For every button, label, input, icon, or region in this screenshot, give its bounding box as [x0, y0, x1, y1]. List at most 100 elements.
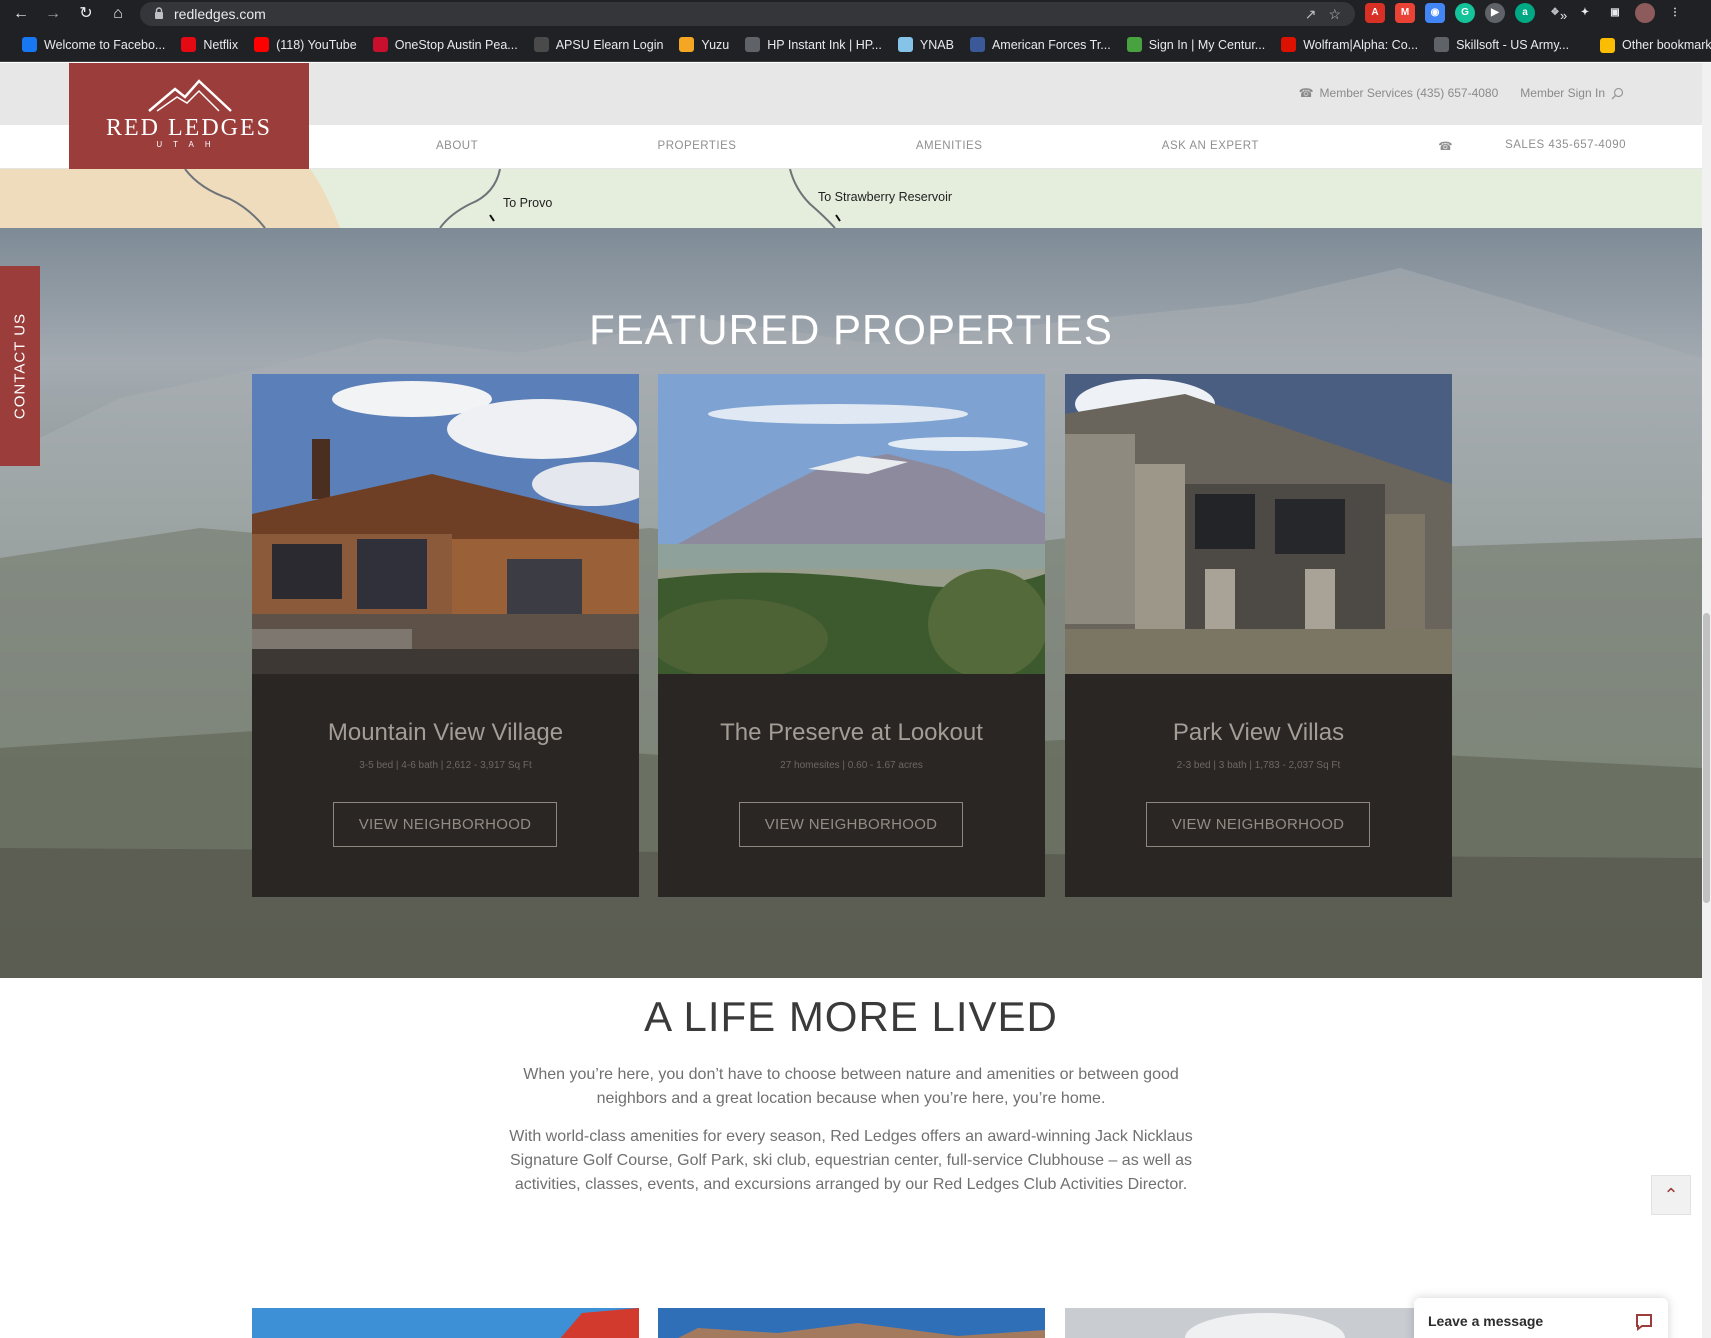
amenity-image-ski[interactable] [1065, 1308, 1452, 1338]
other-bookmarks-folder[interactable]: Other bookmarks [1592, 28, 1711, 62]
bookmark-item[interactable]: Yuzu [671, 28, 737, 62]
a-extension-icon[interactable]: a [1515, 3, 1535, 23]
mountain-logo-icon [148, 79, 232, 112]
property-details: 3-5 bed | 4-6 bath | 2,612 - 3,917 Sq Ft [359, 760, 532, 771]
property-card: The Preserve at Lookout 27 homesites | 0… [658, 374, 1045, 897]
view-neighborhood-button[interactable]: VIEW NEIGHBORHOOD [1146, 802, 1370, 847]
menu-kebab-icon[interactable]: ⋮ [1665, 3, 1685, 23]
bookmark-label: Sign In | My Centur... [1148, 37, 1266, 52]
extensions-puzzle-icon[interactable]: ✦ [1575, 3, 1595, 23]
bookmark-item[interactable]: Wolfram|Alpha: Co... [1273, 28, 1426, 62]
facebook-icon [22, 37, 37, 52]
bookmark-label: HP Instant Ink | HP... [767, 37, 882, 52]
address-bar[interactable]: redledges.com ↗ ☆ [140, 2, 1355, 26]
bookmark-item[interactable]: Welcome to Facebo... [14, 28, 173, 62]
bookmark-item[interactable]: YNAB [890, 28, 962, 62]
property-image-park-view-villas[interactable] [1065, 374, 1452, 674]
lock-icon [155, 7, 163, 19]
life-more-lived-title: A LIFE MORE LIVED [644, 993, 1058, 1040]
amenity-image-pool[interactable] [252, 1308, 639, 1338]
intro-paragraph-line: When you’re here, you don’t have to choo… [523, 1066, 1179, 1083]
search-icon[interactable] [1611, 87, 1624, 100]
nav-about[interactable]: ABOUT [436, 140, 478, 152]
sales-phone-label: SALES 435-657-4090 [1505, 139, 1626, 151]
profile-avatar[interactable] [1635, 3, 1655, 23]
sales-phone-link[interactable]: ☎ SALES 435-657-4090 [1438, 139, 1626, 153]
member-sign-in-link[interactable]: Member Sign In [1520, 86, 1624, 100]
chat-widget[interactable]: Leave a message [1414, 1298, 1668, 1338]
browser-toolbar: ← → ↻ ⌂ redledges.com ↗ ☆ A M ◉ G ▶ a ❖ … [0, 0, 1711, 28]
nav-ask-an-expert[interactable]: ASK AN EXPERT [1162, 140, 1259, 152]
bookmark-label: Netflix [203, 37, 239, 52]
bookmark-label: American Forces Tr... [991, 37, 1111, 52]
map-label-strawberry: To Strawberry Reservoir [818, 190, 953, 204]
phone-icon: ☎ [1438, 141, 1454, 153]
contact-us-tab[interactable]: CONTACT US [0, 266, 40, 466]
netflix-icon [181, 37, 197, 52]
property-card: Mountain View Village 3-5 bed | 4-6 bath… [252, 374, 639, 897]
view-neighborhood-button[interactable]: VIEW NEIGHBORHOOD [333, 802, 557, 847]
web-page: ☎ Member Services (435) 657-4080 Member … [0, 63, 1702, 1338]
bookmark-item[interactable]: APSU Elearn Login [526, 28, 672, 62]
bookmark-item[interactable]: OneStop Austin Pea... [365, 28, 526, 62]
logo-subtitle: UTAH [156, 140, 222, 149]
member-sign-in-label: Member Sign In [1520, 86, 1605, 100]
forward-arrow-icon[interactable]: → [42, 3, 64, 25]
member-services-link[interactable]: ☎ Member Services (435) 657-4080 [1299, 86, 1499, 100]
amenities-paragraph-line: With world-class amenities for every sea… [509, 1128, 1193, 1145]
back-arrow-icon[interactable]: ← [10, 3, 32, 25]
chat-label: Leave a message [1428, 1313, 1544, 1329]
bookmark-star-icon[interactable]: ☆ [1328, 6, 1341, 23]
camera-extension-icon[interactable]: ◉ [1425, 3, 1445, 23]
page-scrollbar[interactable] [1702, 63, 1711, 1338]
bookmark-item[interactable]: (118) YouTube [246, 28, 365, 62]
property-title: The Preserve at Lookout [720, 719, 983, 746]
amenity-image-landscape[interactable] [658, 1308, 1045, 1338]
property-card: Park View Villas 2-3 bed | 3 bath | 1,78… [1065, 374, 1452, 897]
nav-links: ABOUT PROPERTIES AMENITIES ASK AN EXPERT… [436, 139, 1626, 153]
property-image-mountain-view-village[interactable] [252, 374, 639, 674]
amenities-paragraph-line: activities, classes, events, and excursi… [514, 1176, 1188, 1193]
bookmark-item[interactable]: HP Instant Ink | HP... [737, 28, 890, 62]
bookmark-item[interactable]: Sign In | My Centur... [1119, 28, 1274, 62]
red-ledges-logo[interactable]: RED LEDGES UTAH [69, 63, 309, 169]
century-icon [1126, 37, 1142, 52]
bookmarks-overflow-button[interactable]: » [1560, 8, 1567, 23]
scrollbar-thumb[interactable] [1703, 613, 1710, 903]
play-extension-icon[interactable]: ▶ [1485, 3, 1505, 23]
aft-icon [969, 37, 985, 52]
bookmark-label: Skillsoft - US Army... [1456, 37, 1570, 52]
property-image-preserve-at-lookout[interactable] [658, 374, 1045, 674]
ynab-icon [897, 37, 913, 52]
adblock-extension-icon[interactable]: A [1365, 3, 1385, 23]
url-text: redledges.com [174, 6, 266, 22]
contact-us-label: CONTACT US [11, 312, 29, 420]
nav-properties[interactable]: PROPERTIES [658, 140, 737, 152]
reload-icon[interactable]: ↻ [75, 3, 97, 25]
onestop-icon [372, 37, 388, 52]
phone-icon: ☎ [1298, 86, 1314, 100]
globe-icon [1434, 37, 1450, 52]
property-details: 27 homesites | 0.60 - 1.67 acres [780, 760, 923, 771]
sidepanel-icon[interactable]: ▣ [1605, 3, 1625, 23]
globe-icon [745, 37, 761, 52]
view-neighborhood-button[interactable]: VIEW NEIGHBORHOOD [739, 802, 963, 847]
bookmark-label: Welcome to Facebo... [44, 37, 166, 52]
bookmark-item[interactable]: American Forces Tr... [962, 28, 1119, 62]
home-icon[interactable]: ⌂ [107, 3, 129, 25]
property-details: 2-3 bed | 3 bath | 1,783 - 2,037 Sq Ft [1176, 760, 1341, 771]
back-to-top-button[interactable]: ⌃ [1651, 1175, 1691, 1215]
nav-amenities[interactable]: AMENITIES [916, 140, 982, 152]
share-icon[interactable]: ↗ [1305, 6, 1317, 23]
bookmark-label: YNAB [919, 37, 954, 52]
grammarly-extension-icon[interactable]: G [1455, 3, 1475, 23]
gmail-extension-icon[interactable]: M [1395, 3, 1415, 23]
wolfram-icon [1281, 37, 1297, 52]
bookmark-item[interactable]: Netflix [173, 28, 246, 62]
yuzu-icon [679, 37, 695, 52]
property-title: Park View Villas [1172, 719, 1345, 746]
bookmark-label: OneStop Austin Pea... [394, 37, 518, 52]
bookmark-item[interactable]: Skillsoft - US Army... [1426, 28, 1577, 62]
featured-properties-section: FEATURED PROPERTIES Mountain View Villag… [0, 228, 1702, 978]
amenities-paragraph-line: Signature Golf Course, Golf Park, ski cl… [509, 1152, 1193, 1169]
